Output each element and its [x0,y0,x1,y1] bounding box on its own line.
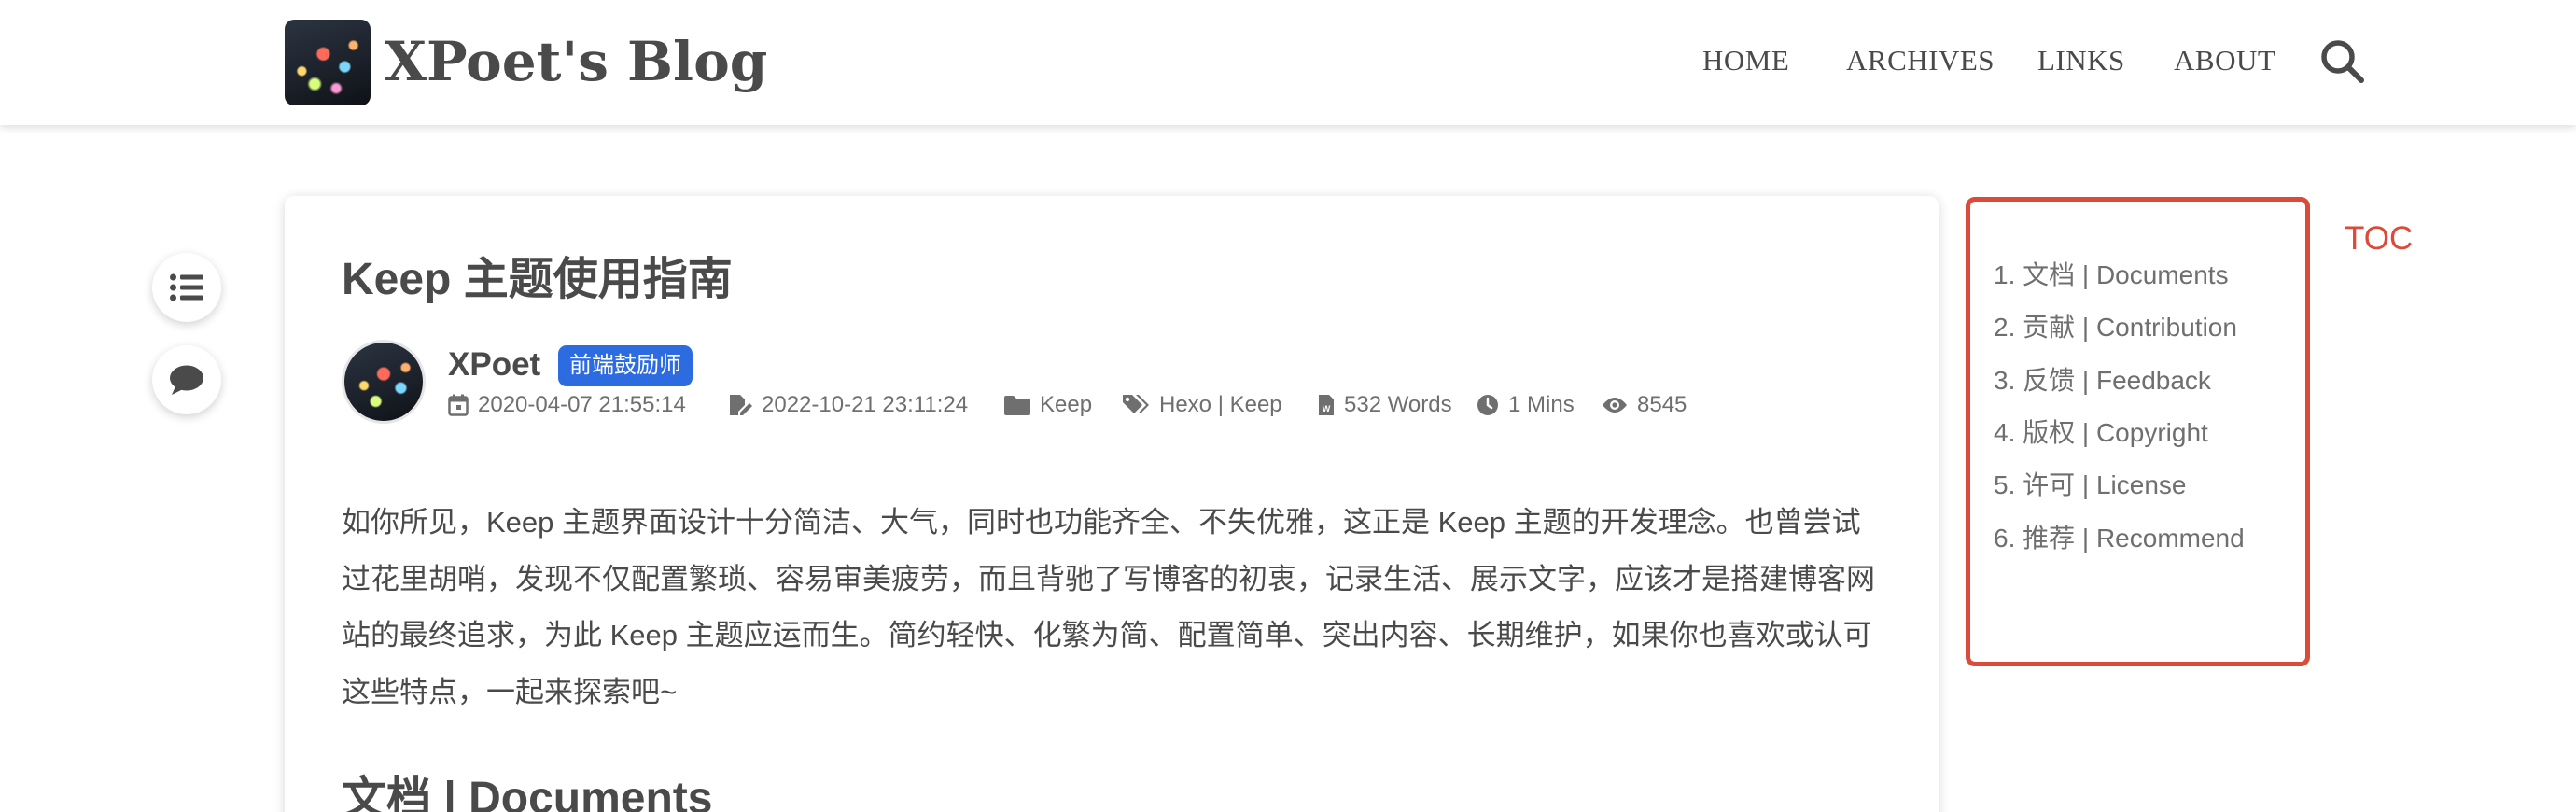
word-count-text: 532 Words [1344,392,1452,417]
post-tags[interactable]: Hexo | Keep [1122,385,1282,426]
tags-icon [1123,395,1149,413]
toc-item-feedback[interactable]: 3. 反馈 | Feedback [1994,355,2211,407]
author-avatar[interactable] [342,340,426,424]
comment-button[interactable] [152,345,221,414]
updated-date-text: 2022-10-21 23:11:24 [762,392,969,417]
toc-item-license[interactable]: 5. 许可 | License [1994,459,2186,511]
search-icon[interactable] [2318,37,2367,86]
list-icon [170,273,203,301]
read-time-text: 1 Mins [1508,392,1575,417]
site-logo[interactable] [285,20,371,105]
created-date: 2020-04-07 21:55:14 [448,385,686,426]
created-date-text: 2020-04-07 21:55:14 [478,392,686,417]
post-intro-paragraph: 如你所见，Keep 主题界面设计十分简洁、大气，同时也功能齐全、不失优雅，这正是… [342,506,1875,708]
word-count: W 532 Words [1318,385,1452,426]
nav-links[interactable]: LINKS [2037,37,2125,84]
updated-date: 2022-10-21 23:11:24 [728,385,968,426]
svg-text:W: W [1323,404,1331,413]
post-title: Keep 主题使用指南 [342,255,733,304]
post-category[interactable]: Keep [1004,385,1092,426]
nav-about[interactable]: ABOUT [2174,37,2275,84]
post-category-text[interactable]: Keep [1040,385,1092,426]
site-title[interactable]: XPoet's Blog [385,21,767,103]
toc-item-copyright[interactable]: 4. 版权 | Copyright [1994,407,2208,459]
folder-icon [1004,396,1030,415]
edit-icon [730,395,752,415]
page: XPoet's Blog HOME ARCHIVES LINKS ABOUT K… [0,0,2576,812]
site-header: XPoet's Blog HOME ARCHIVES LINKS ABOUT [0,0,2576,125]
toggle-toc-button[interactable] [152,253,221,322]
toc-item-recommend[interactable]: 6. 推荐 | Recommend [1994,512,2245,565]
author-badge: 前端鼓励师 [558,345,693,386]
read-time: 1 Mins [1477,385,1575,426]
nav-archives[interactable]: ARCHIVES [1846,37,1995,84]
word-file-icon: W [1319,395,1334,415]
clock-icon [1477,395,1498,415]
nav-home[interactable]: HOME [1702,37,1789,84]
toc-annotation-label: TOC [2345,220,2414,257]
eye-icon [1603,398,1627,413]
section-heading-documents: 文档 | Documents [342,774,713,812]
comment-icon [170,365,203,395]
view-count-text: 8545 [1637,392,1687,417]
calendar-icon [448,394,469,416]
post-tags-text[interactable]: Hexo | Keep [1159,385,1282,426]
toc-item-documents[interactable]: 1. 文档 | Documents [1994,249,2229,301]
view-count: 8545 [1602,385,1687,426]
toc-item-contribution[interactable]: 2. 贡献 | Contribution [1994,301,2237,354]
author-name[interactable]: XPoet [448,342,540,388]
